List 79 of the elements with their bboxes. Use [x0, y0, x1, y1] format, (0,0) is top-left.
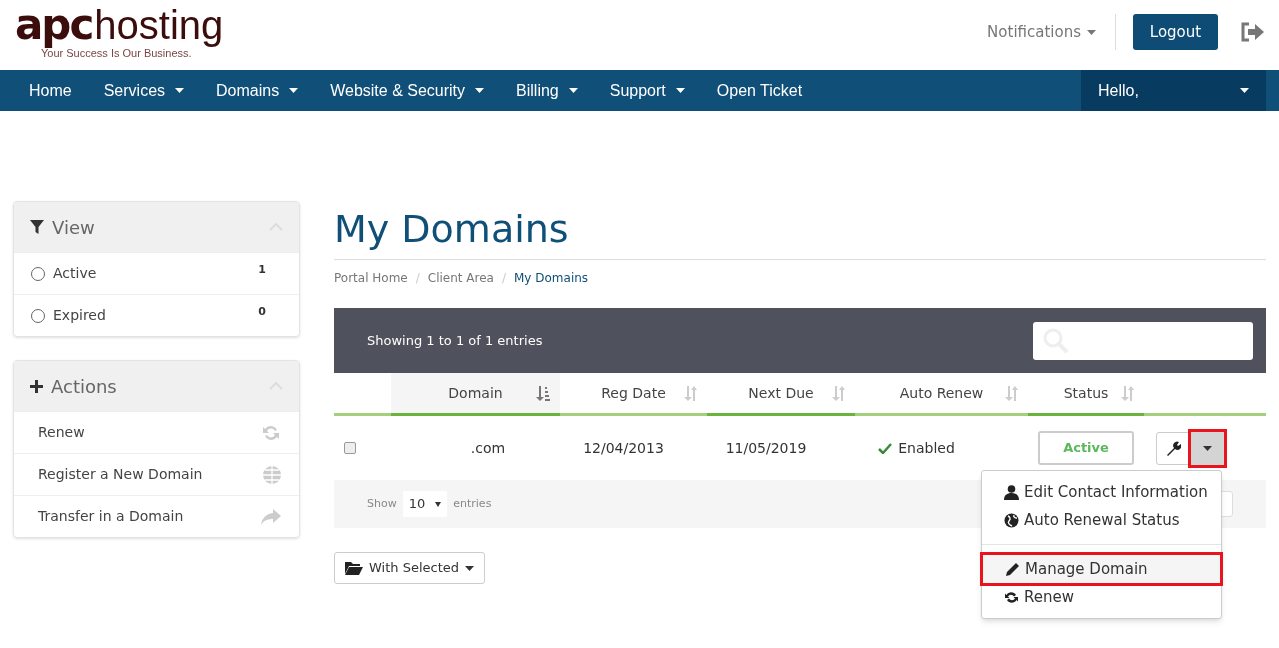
globe-icon [263, 465, 281, 484]
logout-button[interactable]: Logout [1133, 14, 1218, 50]
filter-icon [30, 220, 44, 234]
panel-title: View [52, 215, 95, 240]
wrench-icon [1166, 440, 1181, 456]
caret-icon [675, 88, 685, 93]
separator: / [415, 270, 420, 287]
sort-icon [1005, 386, 1018, 401]
menu-item[interactable]: Manage Domain [983, 555, 1220, 583]
panel-heading[interactable]: Actions [14, 361, 299, 411]
action-item[interactable]: Renew [14, 411, 299, 453]
row-checkbox[interactable] [344, 442, 356, 454]
caret-icon [1203, 445, 1212, 451]
caret-icon [1240, 88, 1249, 93]
search-field[interactable] [1033, 321, 1253, 360]
notifications-menu[interactable]: Notifications [987, 20, 1115, 44]
logo-mark[interactable]: apc [15, 4, 93, 46]
plus-icon [30, 379, 43, 393]
filter-option[interactable]: Active 1 [14, 252, 299, 294]
nav-link[interactable]: Open Ticket [700, 70, 819, 111]
with-selected-button[interactable]: With Selected [334, 552, 485, 584]
pencil-icon [1005, 561, 1020, 577]
table-cell-text: .com [469, 438, 507, 458]
nav-link[interactable]: Services [87, 70, 201, 111]
share-arrow-icon [261, 508, 281, 525]
dropdown-toggle[interactable] [1191, 431, 1224, 465]
menu-item[interactable]: Renew [982, 583, 1221, 611]
entries-label: entries [453, 495, 492, 512]
menu-item[interactable]: Auto Renewal Status [982, 506, 1221, 534]
folder-icon [345, 561, 363, 575]
refresh-icon [1004, 589, 1019, 605]
caret-icon [289, 88, 299, 93]
caret-icon [435, 501, 442, 507]
sort-descending-icon [536, 386, 550, 401]
panel-heading[interactable]: View [14, 202, 299, 252]
page-size-select[interactable]: 10 [402, 491, 448, 517]
column-header[interactable]: Reg Date [560, 373, 707, 413]
panel-title: Actions [51, 374, 117, 399]
check-icon [878, 442, 893, 454]
tagline: Your Success Is Our Business. [41, 47, 193, 60]
caret-icon [568, 88, 578, 93]
caret-icon [475, 88, 485, 93]
column-header[interactable]: Next Due [707, 373, 855, 413]
sort-icon [684, 386, 697, 401]
column-header[interactable]: Auto Renew [855, 373, 1028, 413]
filter-option[interactable]: Expired 0 [14, 294, 299, 336]
logout-icon[interactable] [1240, 22, 1264, 42]
nav-link[interactable]: Support [593, 70, 701, 111]
nav-link[interactable]: Website & Security [314, 70, 501, 111]
nav-link[interactable]: Domains [200, 70, 315, 111]
caret-icon [465, 565, 474, 571]
count: 0 [258, 304, 266, 320]
column-header[interactable]: Domain [391, 373, 560, 413]
action-item[interactable]: Register a New Domain [14, 453, 299, 495]
column-header[interactable]: Status [1028, 373, 1144, 413]
user-icon [1004, 484, 1019, 500]
globe-icon [1004, 512, 1019, 528]
sort-icon [832, 386, 845, 401]
table-info: Showing 1 to 1 of 1 entries [367, 331, 543, 350]
breadcrumb-link[interactable]: My Domains [514, 269, 589, 287]
separator: / [501, 270, 506, 287]
nav-link[interactable]: Billing [500, 70, 594, 111]
action-item[interactable]: Transfer in a Domain [14, 495, 299, 537]
breadcrumb-link[interactable]: Client Area [427, 269, 494, 287]
nav-link[interactable]: Home [13, 70, 88, 111]
table-cell-text: Enabled [898, 438, 955, 458]
show-label: Show [367, 495, 397, 512]
caret-icon [175, 88, 185, 93]
sort-icon [1121, 386, 1134, 401]
page-title: My Domains [334, 205, 1266, 260]
breadcrumb-link[interactable]: Portal Home [334, 269, 408, 287]
user-menu[interactable]: Hello, [1081, 70, 1266, 111]
status-label: Active [1038, 431, 1134, 465]
count: 1 [258, 262, 266, 278]
table-cell-text: 12/04/2013 [582, 438, 665, 458]
table-cell-text: 11/05/2019 [724, 438, 808, 458]
logo-name[interactable]: hosting [94, 4, 224, 46]
caret-icon [1087, 29, 1096, 35]
menu-item[interactable]: Edit Contact Information [982, 478, 1221, 506]
